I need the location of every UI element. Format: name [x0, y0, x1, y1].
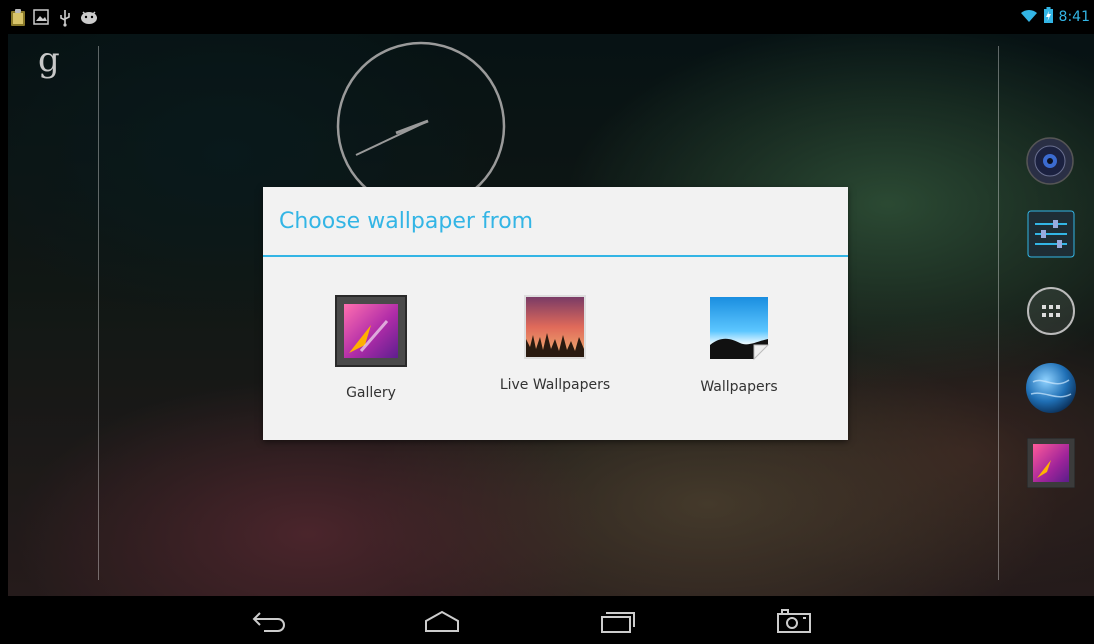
home-icon[interactable] — [420, 604, 464, 638]
image-notification-icon[interactable] — [33, 9, 49, 29]
status-bar-time: 8:41 — [1058, 9, 1090, 25]
navigation-bar — [0, 596, 1094, 644]
gallery-icon[interactable] — [1026, 437, 1076, 492]
choose-wallpaper-dialog: Choose wallpaper from Gallery Live Wallp… — [263, 187, 848, 440]
battery-charging-icon — [1043, 7, 1053, 27]
browser-globe-icon[interactable] — [1025, 362, 1077, 418]
android-home-screen: 8:41 g Choose wallpaper from Gallery Liv… — [0, 0, 1094, 644]
google-search-logo[interactable]: g — [38, 40, 60, 80]
option-label: Live Wallpapers — [499, 377, 611, 393]
option-label: Gallery — [346, 385, 396, 401]
status-bar: 8:41 — [0, 0, 1094, 34]
option-live-wallpapers[interactable]: Live Wallpapers — [475, 287, 635, 407]
right-panel-divider — [998, 46, 999, 580]
option-label: Wallpapers — [700, 379, 778, 395]
usb-icon[interactable] — [58, 9, 72, 31]
android-debug-icon[interactable] — [80, 9, 98, 29]
left-panel-divider — [98, 46, 99, 580]
dialog-title: Choose wallpaper from — [279, 209, 534, 234]
gallery-icon — [291, 295, 451, 367]
back-icon[interactable] — [248, 604, 292, 638]
option-gallery[interactable]: Gallery — [291, 287, 451, 407]
screenshot-camera-icon[interactable] — [772, 604, 816, 638]
wallpapers-icon — [659, 295, 819, 361]
status-bar-right: 8:41 — [1020, 6, 1090, 28]
music-icon[interactable] — [1026, 137, 1074, 189]
dialog-title-divider — [263, 255, 848, 257]
option-wallpapers[interactable]: Wallpapers — [659, 287, 819, 407]
all-apps-icon[interactable] — [1026, 286, 1076, 340]
wifi-icon — [1020, 8, 1038, 27]
live-wallpapers-icon — [475, 295, 635, 359]
clipboard-notification-icon[interactable] — [10, 9, 26, 31]
settings-icon[interactable] — [1027, 210, 1075, 262]
recent-apps-icon[interactable] — [596, 604, 640, 638]
